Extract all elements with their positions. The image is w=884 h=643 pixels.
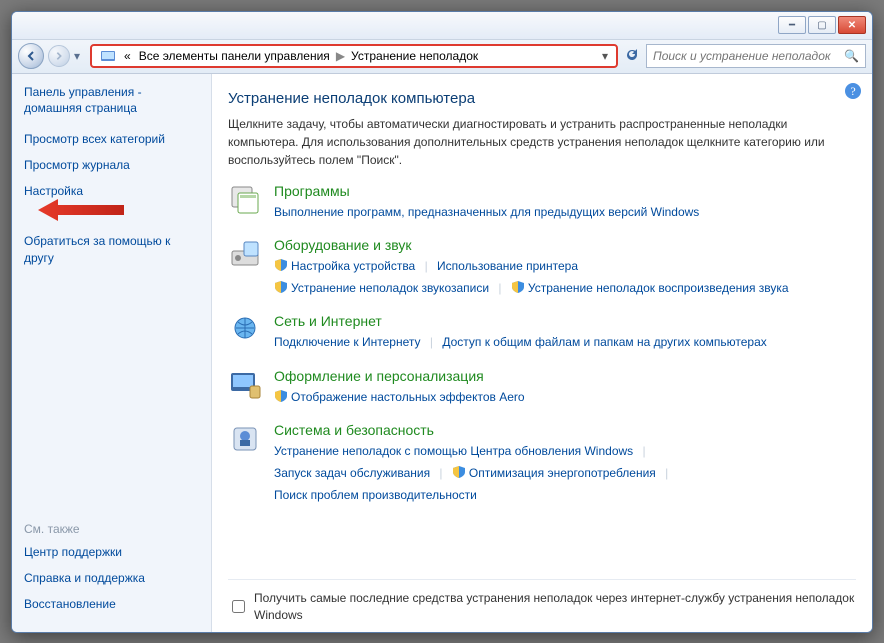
link-power-optimization[interactable]: Оптимизация энергопотребления	[469, 466, 656, 480]
maximize-button[interactable]: ▢	[808, 16, 836, 34]
address-dropdown-icon[interactable]: ▾	[598, 49, 612, 63]
category-network-title[interactable]: Сеть и Интернет	[274, 313, 382, 329]
appearance-icon	[228, 368, 262, 402]
navbar: ▾ « Все элементы панели управления ▶ Уст…	[12, 40, 872, 74]
sidebar-see-also-links: Центр поддержки Справка и поддержка Восс…	[24, 544, 199, 621]
sidebar-item-ask-friend[interactable]: Обратиться за помощью к другу	[24, 233, 199, 267]
breadcrumb-parent[interactable]: Все элементы панели управления	[135, 47, 334, 65]
search-input[interactable]	[651, 48, 844, 64]
page-title: Устранение неполадок компьютера	[228, 90, 856, 107]
help-icon[interactable]: ?	[844, 82, 862, 103]
shield-icon	[274, 389, 288, 403]
category-security-title[interactable]: Система и безопасность	[274, 422, 434, 438]
category-network: Сеть и Интернет Подключение к Интернету …	[228, 313, 856, 354]
sidebar-see-also-header: См. также	[24, 522, 199, 536]
link-configure-device[interactable]: Настройка устройства	[291, 259, 415, 273]
breadcrumb-current[interactable]: Устранение неполадок	[347, 47, 482, 65]
shield-icon	[274, 258, 288, 272]
breadcrumb-chevrons[interactable]: «	[120, 47, 135, 65]
sidebar: Панель управления - домашняя страница Пр…	[12, 74, 212, 632]
hardware-icon	[228, 237, 262, 271]
security-icon	[228, 422, 262, 456]
link-performance-problems[interactable]: Поиск проблем производительности	[274, 488, 477, 502]
sidebar-item-history[interactable]: Просмотр журнала	[24, 157, 199, 174]
link-audio-playback[interactable]: Устранение неполадок воспроизведения зву…	[528, 281, 789, 295]
category-appearance: Оформление и персонализация Отображение …	[228, 368, 856, 409]
shield-icon	[274, 280, 288, 294]
link-windows-update-troubleshoot[interactable]: Устранение неполадок с помощью Центра об…	[274, 444, 633, 458]
annotation-arrow-icon	[38, 199, 124, 224]
link-shared-files[interactable]: Доступ к общим файлам и папкам на других…	[442, 335, 766, 349]
page-intro: Щелкните задачу, чтобы автоматически диа…	[228, 115, 856, 169]
control-panel-icon	[100, 48, 116, 64]
svg-text:?: ?	[850, 84, 855, 98]
minimize-button[interactable]: ━	[778, 16, 806, 34]
refresh-icon	[624, 47, 640, 63]
sidebar-home-link[interactable]: Панель управления - домашняя страница	[24, 84, 199, 118]
category-security: Система и безопасность Устранение непола…	[228, 422, 856, 506]
body: Панель управления - домашняя страница Пр…	[12, 74, 872, 632]
address-bar[interactable]: « Все элементы панели управления ▶ Устра…	[90, 44, 618, 68]
link-aero-effects[interactable]: Отображение настольных эффектов Aero	[291, 390, 525, 404]
close-button[interactable]: ✕	[838, 16, 866, 34]
nav-back-button[interactable]	[18, 43, 44, 69]
link-maintenance-tasks[interactable]: Запуск задач обслуживания	[274, 466, 430, 480]
sidebar-main-links: Просмотр всех категорий Просмотр журнала…	[24, 131, 199, 276]
get-latest-troubleshooters-label: Получить самые последние средства устран…	[254, 590, 856, 624]
sidebar-item-settings[interactable]: Настройка	[24, 183, 199, 200]
sidebar-home[interactable]: Панель управления - домашняя страница	[24, 84, 199, 118]
category-hardware: Оборудование и звук Настройка устройства…	[228, 237, 856, 299]
footer-option: Получить самые последние средства устран…	[228, 579, 856, 624]
get-latest-troubleshooters-checkbox[interactable]	[232, 592, 245, 621]
link-audio-recording[interactable]: Устранение неполадок звукозаписи	[291, 281, 489, 295]
programs-icon	[228, 183, 262, 217]
search-box[interactable]: 🔍	[646, 44, 866, 68]
search-icon: 🔍	[844, 49, 859, 63]
shield-icon	[511, 280, 525, 294]
arrow-left-icon	[25, 50, 37, 62]
window: ━ ▢ ✕ ▾ « Все элементы панели управления…	[11, 11, 873, 633]
sidebar-item-action-center[interactable]: Центр поддержки	[24, 544, 199, 561]
category-programs: Программы Выполнение программ, предназна…	[228, 183, 856, 224]
main-content: ? Устранение неполадок компьютера Щелкни…	[212, 74, 872, 632]
chevron-right-icon: ▶	[334, 49, 347, 63]
sidebar-item-recovery[interactable]: Восстановление	[24, 596, 199, 613]
category-hardware-title[interactable]: Оборудование и звук	[274, 237, 412, 253]
nav-history-dropdown[interactable]: ▾	[74, 49, 86, 63]
sidebar-item-categories[interactable]: Просмотр всех категорий	[24, 131, 199, 148]
arrow-right-icon	[54, 51, 64, 61]
shield-icon	[452, 465, 466, 479]
link-internet-connection[interactable]: Подключение к Интернету	[274, 335, 421, 349]
category-appearance-title[interactable]: Оформление и персонализация	[274, 368, 484, 384]
network-icon	[228, 313, 262, 347]
link-run-old-programs[interactable]: Выполнение программ, предназначенных для…	[274, 205, 699, 219]
refresh-button[interactable]	[622, 47, 642, 66]
category-programs-title[interactable]: Программы	[274, 183, 350, 199]
link-use-printer[interactable]: Использование принтера	[437, 259, 578, 273]
titlebar: ━ ▢ ✕	[12, 12, 872, 40]
sidebar-item-help[interactable]: Справка и поддержка	[24, 570, 199, 587]
nav-forward-button[interactable]	[48, 45, 70, 67]
